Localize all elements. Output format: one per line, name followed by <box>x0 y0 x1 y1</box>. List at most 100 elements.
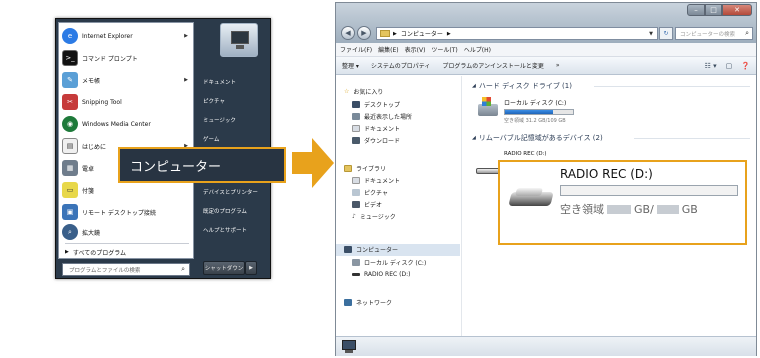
sm-right-documents[interactable]: ドキュメント <box>203 76 236 88</box>
nav-label: ライブラリ <box>356 166 387 173</box>
calculator-icon: ▦ <box>62 160 78 176</box>
nav-pictures[interactable]: ピクチャ <box>352 187 388 198</box>
start-menu-computer-item[interactable]: コンピューター <box>118 147 286 183</box>
nav-label: ローカル ディスク (C:) <box>364 260 427 267</box>
uninstall-program-button[interactable]: プログラムのアンインストールと変更 <box>442 61 543 70</box>
title-bar: – □ ✕ ◀ ▶ ▶ コンピューター ▶ ▼ ↻ コンピューターの検索 ⌕ <box>336 3 756 43</box>
all-programs-item[interactable]: ▶ すべてのプログラム <box>65 245 189 259</box>
window-controls: – □ ✕ <box>687 4 752 16</box>
local-disk-usage-bar <box>504 109 574 115</box>
removable-drive-icon[interactable] <box>476 166 500 176</box>
system-properties-button[interactable]: システムのプロパティ <box>371 61 430 70</box>
remote-desktop-icon: ▣ <box>62 204 78 220</box>
menu-edit[interactable]: 編集(E) <box>378 45 398 54</box>
sm-right-pictures[interactable]: ピクチャ <box>203 95 225 107</box>
removable-section-label: リムーバブル記憶域があるデバイス (2) <box>478 134 603 142</box>
music-icon: ♪ <box>352 213 356 220</box>
sm-item-label: Windows Media Center <box>82 120 151 128</box>
removable-section-header[interactable]: ◢ リムーバブル記憶域があるデバイス (2) <box>472 133 603 143</box>
breadcrumb-computer[interactable]: コンピューター <box>401 29 443 38</box>
sm-item-command-prompt[interactable]: >_ コマンド プロンプト <box>62 47 192 69</box>
nav-recent-places[interactable]: 最近表示した場所 <box>352 111 412 122</box>
notepad-icon: ✎ <box>62 72 78 88</box>
local-disk-label[interactable]: ローカル ディスク (C:) <box>504 98 566 107</box>
windows-drive-icon[interactable] <box>478 97 498 119</box>
hdd-section-header[interactable]: ◢ ハード ディスク ドライブ (1) <box>472 81 572 91</box>
network-icon <box>344 299 352 306</box>
sm-item-internet-explorer[interactable]: e Internet Explorer ▶ <box>62 25 192 47</box>
explorer-window: – □ ✕ ◀ ▶ ▶ コンピューター ▶ ▼ ↻ コンピューターの検索 ⌕ フ… <box>335 2 757 356</box>
organize-button[interactable]: 整理 ▾ <box>342 61 359 70</box>
maximize-button[interactable]: □ <box>705 4 722 16</box>
nav-network[interactable]: ネットワーク <box>344 297 392 308</box>
more-commands-button[interactable]: » <box>556 62 560 69</box>
chevron-down-icon[interactable]: ▼ <box>649 31 653 37</box>
radio-rec-label: RADIO REC (D:) <box>560 167 653 181</box>
close-button[interactable]: ✕ <box>722 4 752 16</box>
nav-label: RADIO REC (D:) <box>364 271 411 278</box>
menu-file[interactable]: ファイル(F) <box>340 45 372 54</box>
nav-favorites[interactable]: ☆ お気に入り <box>344 86 383 97</box>
nav-desktop[interactable]: デスクトップ <box>352 99 400 110</box>
free-space-unit: GB/ <box>634 202 654 216</box>
sm-right-music[interactable]: ミュージック <box>203 114 236 126</box>
radio-rec-drive-tile[interactable]: RADIO REC (D:) 空き領域 GB/ GB <box>498 160 747 245</box>
sm-item-label: 電卓 <box>82 165 95 173</box>
sm-item-label: Snipping Tool <box>82 98 122 106</box>
hard-drive-icon <box>352 259 360 266</box>
sm-item-label: コマンド プロンプト <box>82 55 138 63</box>
divider <box>65 243 189 244</box>
local-disk-free-space: 空き領域 31.2 GB/109 GB <box>504 118 566 124</box>
downloads-icon <box>352 137 360 144</box>
minimize-button[interactable]: – <box>687 4 705 16</box>
nav-music[interactable]: ♪ ミュージック <box>352 211 396 222</box>
divider <box>594 86 750 87</box>
help-icon[interactable]: ❓ <box>741 62 750 70</box>
nav-computer[interactable]: コンピューター <box>344 244 398 255</box>
address-bar[interactable]: ▶ コンピューター ▶ ▼ <box>376 27 658 40</box>
refresh-button[interactable]: ↻ <box>659 27 673 40</box>
nav-videos[interactable]: ビデオ <box>352 199 382 210</box>
nav-label: 最近表示した場所 <box>364 114 413 121</box>
sm-item-media-center[interactable]: ◉ Windows Media Center <box>62 113 192 135</box>
back-button[interactable]: ◀ <box>341 26 355 40</box>
removable-drive-icon <box>352 273 360 276</box>
user-picture[interactable] <box>220 23 258 57</box>
recent-places-icon <box>352 113 360 120</box>
sm-item-label: リモート デスクトップ接続 <box>82 209 156 217</box>
menu-tools[interactable]: ツール(T) <box>431 45 457 54</box>
nav-fav-documents[interactable]: ドキュメント <box>352 123 400 134</box>
start-search-input[interactable]: プログラムとファイルの検索 ⌕ <box>62 263 190 276</box>
shutdown-button[interactable]: シャットダウン <box>203 261 245 275</box>
command-prompt-icon: >_ <box>62 50 78 66</box>
radio-rec-small-label[interactable]: RADIO REC (D:) <box>504 151 547 157</box>
star-icon: ☆ <box>344 88 350 95</box>
menu-view[interactable]: 表示(V) <box>405 45 426 54</box>
command-bar: 整理 ▾ システムのプロパティ プログラムのアンインストールと変更 » ☷ ▾ … <box>336 57 756 75</box>
removable-drive-icon <box>508 188 554 208</box>
computer-icon <box>342 340 356 353</box>
sm-right-devices-printers[interactable]: デバイスとプリンター <box>203 186 258 198</box>
documents-icon <box>352 177 360 184</box>
search-input[interactable]: コンピューターの検索 ⌕ <box>675 27 753 40</box>
hdd-section-label: ハード ディスク ドライブ (1) <box>478 82 572 90</box>
sm-item-magnifier[interactable]: ⌕ 拡大鏡 <box>62 223 192 241</box>
forward-button[interactable]: ▶ <box>357 26 371 40</box>
menu-help[interactable]: ヘルプ(H) <box>464 45 491 54</box>
nav-lib-documents[interactable]: ドキュメント <box>352 175 400 186</box>
sm-item-remote-desktop[interactable]: ▣ リモート デスクトップ接続 <box>62 201 192 223</box>
preview-pane-icon[interactable]: ▢ <box>726 62 733 70</box>
nav-libraries[interactable]: ライブラリ <box>344 163 386 174</box>
view-options-icon[interactable]: ☷ ▾ <box>705 62 717 70</box>
shutdown-options-button[interactable]: ▶ <box>245 261 257 275</box>
sm-item-label: Internet Explorer <box>82 32 133 40</box>
sm-item-notepad[interactable]: ✎ メモ帳 ▶ <box>62 69 192 91</box>
sm-right-default-programs[interactable]: 既定のプログラム <box>203 205 247 217</box>
nav-label: ピクチャ <box>364 190 388 197</box>
nav-radio-rec-d[interactable]: RADIO REC (D:) <box>352 269 410 280</box>
sm-item-snipping-tool[interactable]: ✂ Snipping Tool <box>62 91 192 113</box>
nav-local-disk-c[interactable]: ローカル ディスク (C:) <box>352 257 426 268</box>
sm-right-games[interactable]: ゲーム <box>203 133 219 145</box>
sm-right-help-support[interactable]: ヘルプとサポート <box>203 224 247 236</box>
nav-downloads[interactable]: ダウンロード <box>352 135 400 146</box>
